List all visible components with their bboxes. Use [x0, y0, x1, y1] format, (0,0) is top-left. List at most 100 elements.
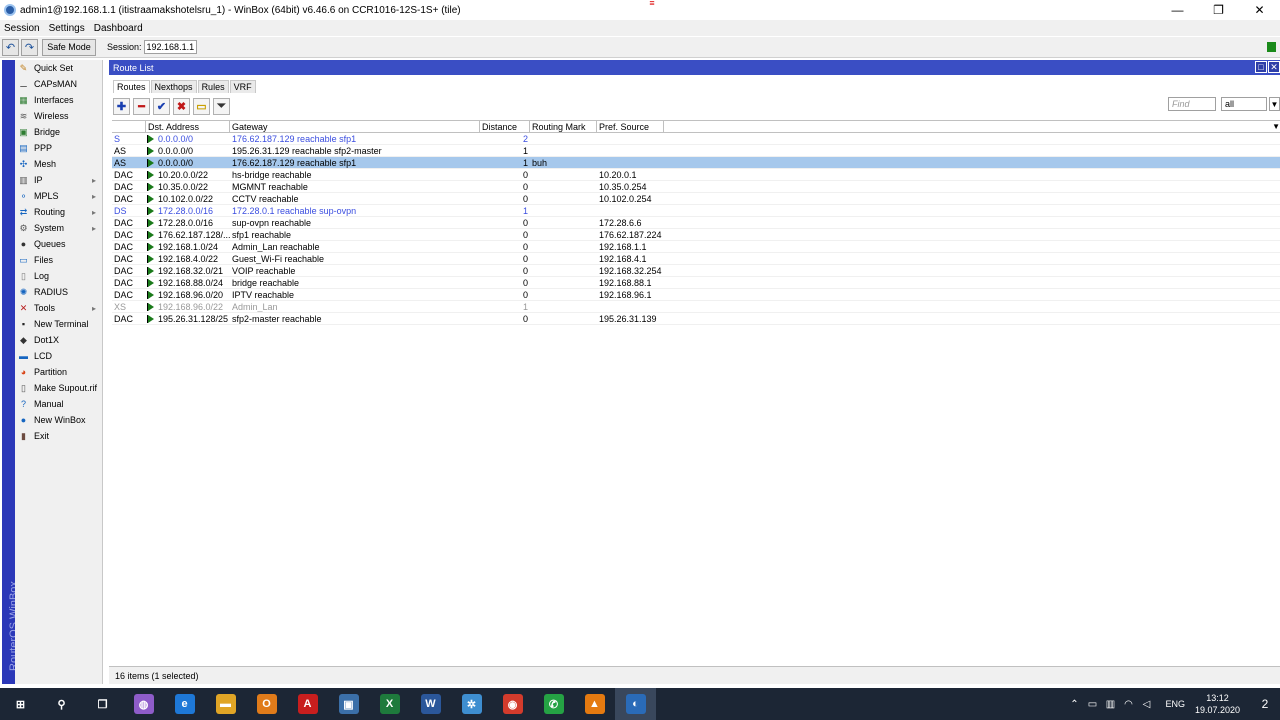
sidebar-item-mpls[interactable]: ⚬ MPLS ▸	[15, 188, 102, 204]
session-field[interactable]: 192.168.1.1	[143, 40, 198, 54]
sidebar-item-bridge[interactable]: ▣ Bridge	[15, 124, 102, 140]
filter-dropdown-icon[interactable]: ▼	[1269, 97, 1280, 111]
comment-icon[interactable]: ▭	[193, 97, 210, 115]
taskbar-explorer-button[interactable]: ▬	[205, 688, 246, 720]
table-row[interactable]: DAC 176.62.187.128/... sfp1 reachable 0 176.…	[112, 229, 1280, 241]
table-row[interactable]: AS 0.0.0.0/0 176.62.187.129 reachable sfp1…	[112, 157, 1280, 169]
table-row[interactable]: DS 172.28.0.0/16 172.28.0.1 reachable sup-…	[112, 205, 1280, 217]
table-row[interactable]: DAC 192.168.4.0/22 Guest_Wi-Fi reachable 0 1…	[112, 253, 1280, 265]
col-distance[interactable]: Distance	[480, 121, 530, 132]
menu-session[interactable]: Session	[4, 23, 40, 34]
table-row[interactable]: DAC 10.20.0.0/22 hs-bridge reachable 0 10.20…	[112, 169, 1280, 181]
maximize-button[interactable]: ❐	[1198, 0, 1239, 20]
tab-vrf[interactable]: VRF	[229, 80, 256, 93]
notification-icon[interactable]: 2	[1250, 697, 1280, 711]
redo-button[interactable]: ↷	[21, 38, 38, 56]
table-row[interactable]: AS 0.0.0.0/0 195.26.31.129 reachable sfp2-…	[112, 145, 1280, 157]
safe-mode-button[interactable]: Safe Mode	[42, 38, 96, 56]
sidebar-item-exit[interactable]: ▮ Exit	[15, 428, 102, 444]
table-row[interactable]: DAC 10.35.0.0/22 MGMNT reachable 0 10.35.0.2…	[112, 181, 1280, 193]
table-row[interactable]: DAC 192.168.96.0/20 IPTV reachable 0 192.168…	[112, 289, 1280, 301]
filter-select[interactable]: all	[1221, 97, 1267, 111]
find-input[interactable]: Find	[1168, 97, 1216, 111]
col-gateway[interactable]: Gateway	[230, 121, 480, 132]
sidebar-item-files[interactable]: ▭ Files	[15, 252, 102, 268]
wifi-icon[interactable]: ◠	[1119, 699, 1137, 710]
sidebar-item-partition[interactable]: ◕ Partition	[15, 364, 102, 380]
tab-rules[interactable]: Rules	[197, 80, 229, 93]
sidebar-item-mesh[interactable]: ✣ Mesh	[15, 156, 102, 172]
sidebar-item-manual[interactable]: ? Manual	[15, 396, 102, 412]
sidebar-item-lcd[interactable]: ▬ LCD	[15, 348, 102, 364]
tab-nexthops[interactable]: Nexthops	[150, 80, 197, 93]
clock[interactable]: 13:12 19.07.2020	[1195, 692, 1240, 716]
table-row[interactable]: DAC 172.28.0.0/16 sup-ovpn reachable 0 172.2…	[112, 217, 1280, 229]
taskbar-excel-button[interactable]: X	[369, 688, 410, 720]
taskbar-edge-button[interactable]: e	[164, 688, 205, 720]
route-list-maximize-button[interactable]: □	[1255, 61, 1267, 73]
enable-icon[interactable]: ✔	[153, 97, 170, 115]
volume-icon[interactable]: ◁	[1137, 699, 1155, 710]
add-icon[interactable]: ✚	[113, 97, 130, 115]
undo-button[interactable]: ↶	[2, 38, 19, 56]
table-row[interactable]: S 0.0.0.0/0 176.62.187.129 reachable sfp1 2	[112, 133, 1280, 145]
sidebar-item-new-terminal[interactable]: ▪ New Terminal	[15, 316, 102, 332]
sidebar-item-dot1x[interactable]: ◆ Dot1X	[15, 332, 102, 348]
sidebar-item-queues[interactable]: ● Queues	[15, 236, 102, 252]
table-row[interactable]: DAC 10.102.0.0/22 CCTV reachable 0 10.102.0.…	[112, 193, 1280, 205]
col-flags[interactable]	[112, 121, 146, 132]
sidebar-item-new-winbox[interactable]: ● New WinBox	[15, 412, 102, 428]
sidebar-item-log[interactable]: ▯ Log	[15, 268, 102, 284]
taskbar-viber-button[interactable]: ◍	[123, 688, 164, 720]
remove-icon[interactable]: ━	[133, 97, 150, 115]
sidebar-item-tools[interactable]: ✕ Tools ▸	[15, 300, 102, 316]
disable-icon[interactable]: ✖	[173, 97, 190, 115]
network-tray-icon[interactable]: ▥	[1101, 699, 1119, 710]
table-row[interactable]: DAC 195.26.31.128/25 sfp2-master reachable…	[112, 313, 1280, 325]
taskbar-network-button[interactable]: ▣	[328, 688, 369, 720]
sidebar-item-system[interactable]: ⚙ System ▸	[15, 220, 102, 236]
title-bar[interactable]: admin1@192.168.1.1 (itistraamakshotelsru…	[0, 0, 1280, 20]
taskbar-chrome-button[interactable]: ◉	[492, 688, 533, 720]
taskbar-search-button[interactable]: ⚲	[41, 688, 82, 720]
col-pref-source[interactable]: Pref. Source	[597, 121, 664, 132]
log-icon: ▯	[21, 270, 26, 281]
sidebar-item-ip[interactable]: ▥ IP ▸	[15, 172, 102, 188]
table-row[interactable]: DAC 192.168.88.0/24 bridge reachable 0 192.1…	[112, 277, 1280, 289]
table-row[interactable]: DAC 192.168.32.0/21 VOIP reachable 0 192.168…	[112, 265, 1280, 277]
sidebar-item-make-supout-rif[interactable]: ▯ Make Supout.rif	[15, 380, 102, 396]
taskbar-start-button-button[interactable]: ⊞	[0, 688, 41, 720]
tray-chevron-icon[interactable]: ⌃	[1065, 699, 1083, 710]
taskbar-settings-app-button[interactable]: ✲	[451, 688, 492, 720]
taskbar-task-view-button[interactable]: ❐	[82, 688, 123, 720]
col-routing-mark[interactable]: Routing Mark	[530, 121, 597, 132]
taskbar-word-button[interactable]: W	[410, 688, 451, 720]
sidebar-item-capsman[interactable]: ⚊ CAPsMAN	[15, 76, 102, 92]
tab-routes[interactable]: Routes	[113, 80, 150, 93]
sidebar-item-quick-set[interactable]: ✎ Quick Set	[15, 60, 102, 76]
menu-dashboard[interactable]: Dashboard	[94, 23, 143, 34]
sidebar-item-radius[interactable]: ✺ RADIUS	[15, 284, 102, 300]
taskbar-acrobat-button[interactable]: A	[287, 688, 328, 720]
route-list-titlebar[interactable]: Route List □ ✕	[109, 60, 1280, 75]
column-menu-icon[interactable]: ▼	[1272, 122, 1280, 131]
sidebar-item-wireless[interactable]: ≋ Wireless	[15, 108, 102, 124]
taskbar-winbox-taskbar-button[interactable]: ◐	[615, 688, 656, 720]
table-row[interactable]: DAC 192.168.1.0/24 Admin_Lan reachable 0 192…	[112, 241, 1280, 253]
taskbar-outlook-button[interactable]: O	[246, 688, 287, 720]
taskbar-vlc-button[interactable]: ▲	[574, 688, 615, 720]
sidebar-item-ppp[interactable]: ▤ PPP	[15, 140, 102, 156]
taskbar-whatsapp-button[interactable]: ✆	[533, 688, 574, 720]
filter-icon[interactable]: ⏷	[213, 97, 230, 115]
minimize-button[interactable]: —	[1157, 0, 1198, 20]
route-list-close-button[interactable]: ✕	[1268, 61, 1280, 73]
battery-icon[interactable]: ▭	[1083, 699, 1101, 710]
sidebar-item-interfaces[interactable]: ▦ Interfaces	[15, 92, 102, 108]
route-gateway: CCTV reachable	[232, 193, 299, 204]
close-button[interactable]: ✕	[1239, 0, 1280, 20]
table-row[interactable]: XS 192.168.96.0/22 Admin_Lan 1	[112, 301, 1280, 313]
col-dst-address[interactable]: Dst. Address	[146, 121, 230, 132]
sidebar-item-routing[interactable]: ⇄ Routing ▸	[15, 204, 102, 220]
language-indicator[interactable]: ENG	[1165, 699, 1185, 709]
menu-settings[interactable]: Settings	[49, 23, 85, 34]
